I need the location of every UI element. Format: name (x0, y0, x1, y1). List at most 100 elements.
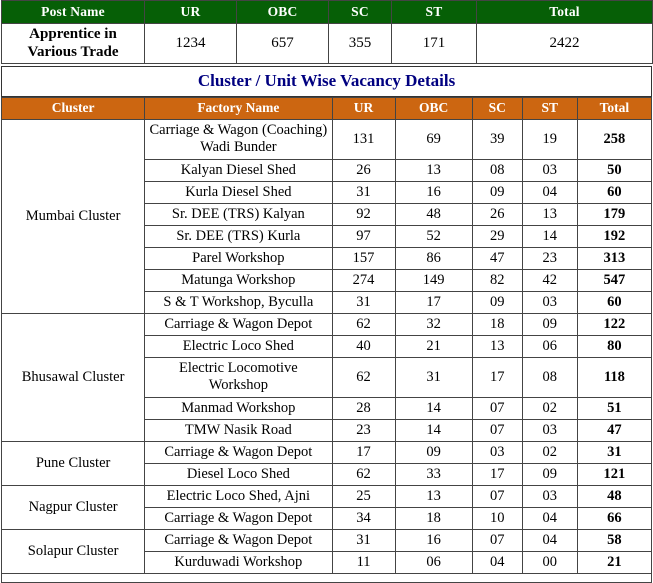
cluster-name-cell: Bhusawal Cluster (0, 312, 146, 442)
ur-value: 274 (331, 268, 396, 292)
factory-name-line-1: Diesel Loco Shed (186, 465, 290, 482)
post-summary-header-total: Total (476, 0, 653, 24)
post-summary-header-sc: SC (328, 0, 392, 24)
cluster-name-cell: Mumbai Cluster (0, 118, 146, 314)
ur-value: 92 (331, 202, 396, 226)
sc-value: 18 (471, 312, 523, 336)
ur-value: 40 (331, 334, 396, 358)
obc-value: 13 (394, 484, 473, 508)
cluster-unit-vacancy-table: Cluster Factory Name UR OBC SC ST Total … (0, 96, 653, 583)
total-value: 80 (576, 334, 653, 358)
obc-value: 21 (394, 334, 473, 358)
ur-value: 26 (331, 158, 396, 182)
total-value: 313 (576, 246, 653, 270)
factory-name-line-1: Sr. DEE (TRS) Kalyan (171, 205, 305, 222)
clipped-trailing-cell (1, 572, 652, 583)
cluster-header-st: ST (521, 96, 578, 120)
factory-name-cell: Diesel Loco Shed (144, 462, 333, 486)
total-value: 60 (576, 290, 653, 314)
st-value: 02 (521, 440, 578, 464)
sc-value: 07 (471, 396, 523, 420)
total-value: 48 (576, 484, 653, 508)
sc-value: 17 (471, 462, 523, 486)
ur-value: 28 (331, 396, 396, 420)
obc-value: 86 (394, 246, 473, 270)
factory-name-line-1: S & T Workshop, Byculla (163, 293, 314, 310)
factory-name-cell: Sr. DEE (TRS) Kurla (144, 224, 333, 248)
total-value: 179 (576, 202, 653, 226)
obc-value: 31 (394, 356, 473, 398)
factory-name-cell: Parel Workshop (144, 246, 333, 270)
sc-value: 47 (471, 246, 523, 270)
st-value: 00 (521, 550, 578, 574)
total-value: 31 (576, 440, 653, 464)
sc-value: 09 (471, 290, 523, 314)
factory-name-line-1: Carriage & Wagon Depot (164, 509, 313, 526)
st-value: 04 (521, 180, 578, 204)
section-title-container: Cluster / Unit Wise Vacancy Details (1, 65, 652, 97)
st-value: 08 (521, 356, 578, 398)
ur-value: 62 (331, 356, 396, 398)
sc-value: 03 (471, 440, 523, 464)
section-title: Cluster / Unit Wise Vacancy Details (197, 70, 456, 90)
total-value: 60 (576, 180, 653, 204)
cluster-table-header-row: Cluster Factory Name UR OBC SC ST Total (0, 96, 653, 120)
obc-value: 18 (394, 506, 473, 530)
obc-value: 32 (394, 312, 473, 336)
post-summary-header-post-name: Post Name (1, 0, 145, 24)
obc-value: 17 (394, 290, 473, 314)
post-summary-table: Post Name UR OBC SC ST Total Apprentice … (1, 0, 653, 64)
obc-value: 48 (394, 202, 473, 226)
total-value: 51 (576, 396, 653, 420)
total-value: 192 (576, 224, 653, 248)
factory-name-cell: TMW Nasik Road (144, 418, 333, 442)
obc-value: 14 (394, 396, 473, 420)
post-name-cell: Apprentice in Various Trade (1, 23, 145, 64)
ur-value: 131 (331, 118, 396, 160)
clipped-red-text-fragment: . (323, 0, 329, 4)
factory-name-cell: Carriage & Wagon Depot (144, 506, 333, 530)
st-value: 03 (521, 290, 578, 314)
st-value: 06 (521, 334, 578, 358)
factory-name-cell: S & T Workshop, Byculla (144, 290, 333, 314)
obc-value: 09 (394, 440, 473, 464)
post-total-value: 2422 (476, 23, 653, 64)
ur-value: 97 (331, 224, 396, 248)
obc-value: 13 (394, 158, 473, 182)
cluster-name-cell: Solapur Cluster (0, 528, 146, 574)
ur-value: 17 (331, 440, 396, 464)
factory-name-line-1: Electric Loco Shed, Ajni (166, 487, 311, 504)
cluster-header-total: Total (576, 96, 653, 120)
st-value: 03 (521, 418, 578, 442)
factory-name-line-1: Sr. DEE (TRS) Kurla (176, 227, 301, 244)
st-value: 13 (521, 202, 578, 226)
factory-name-line-1: Matunga Workshop (181, 271, 296, 288)
cluster-header-ur: UR (331, 96, 396, 120)
factory-name-line-1: Carriage & Wagon Depot (164, 315, 313, 332)
sc-value: 04 (471, 550, 523, 574)
sc-value: 39 (471, 118, 523, 160)
sc-value: 17 (471, 356, 523, 398)
post-summary-header-ur: UR (144, 0, 237, 24)
ur-value: 62 (331, 312, 396, 336)
obc-value: 16 (394, 180, 473, 204)
factory-name-line-1: Kurduwadi Workshop (174, 553, 303, 570)
factory-name-line-2: Wadi Bunder (200, 139, 277, 156)
factory-name-line-1: Kurla Diesel Shed (185, 183, 292, 200)
sc-value: 07 (471, 418, 523, 442)
factory-name-line-1: TMW Nasik Road (184, 421, 292, 438)
total-value: 21 (576, 550, 653, 574)
post-name-line-2: Various Trade (27, 44, 119, 61)
ur-value: 23 (331, 418, 396, 442)
total-value: 118 (576, 356, 653, 398)
ur-value: 11 (331, 550, 396, 574)
factory-name-cell: Electric Locomotive Workshop (144, 356, 333, 398)
obc-value: 69 (394, 118, 473, 160)
cluster-header-sc: SC (471, 96, 523, 120)
sc-value: 09 (471, 180, 523, 204)
obc-value: 52 (394, 224, 473, 248)
ur-value: 157 (331, 246, 396, 270)
ur-value: 31 (331, 528, 396, 552)
factory-name-line-1: Electric Loco Shed (182, 337, 294, 354)
table-row: Pune Cluster Carriage & Wagon Depot 17 09 03… (0, 440, 653, 486)
